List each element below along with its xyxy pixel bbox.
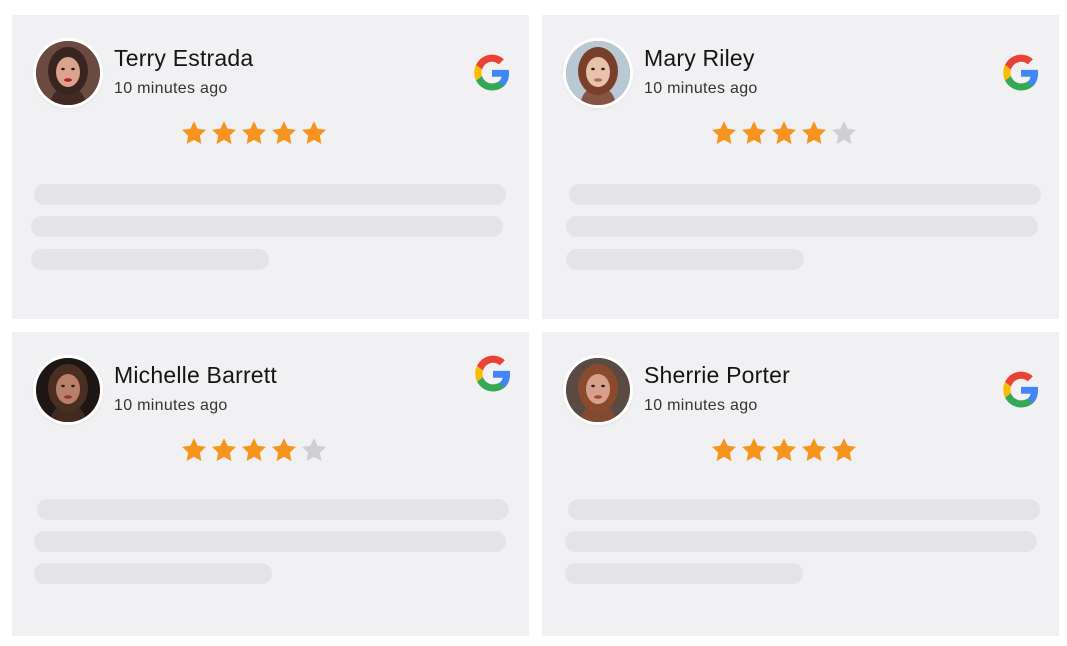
avatar [36, 41, 100, 105]
avatar [36, 358, 100, 422]
star-filled-icon [181, 438, 207, 461]
text-placeholder-line [569, 184, 1041, 205]
person-portrait-icon [566, 41, 630, 105]
text-placeholder-line [566, 249, 804, 270]
star-rating [180, 119, 328, 153]
person-portrait-icon [36, 41, 100, 105]
reviewer-name: Michelle Barrett [114, 362, 277, 388]
avatar [566, 41, 630, 105]
text-placeholder-line [568, 499, 1040, 520]
text-placeholder-line [34, 531, 506, 552]
text-placeholder-line [565, 531, 1037, 552]
star-filled-icon [741, 121, 767, 144]
star-filled-icon [211, 438, 237, 461]
person-portrait-icon [36, 358, 100, 422]
star-rating [710, 436, 858, 470]
review-card: Terry Estrada 10 minutes ago [12, 15, 529, 319]
star-filled-icon [241, 121, 267, 144]
star-empty-icon [831, 121, 857, 144]
review-card: Michelle Barrett 10 minutes ago [12, 332, 529, 636]
star-filled-icon [181, 121, 207, 144]
review-time: 10 minutes ago [114, 397, 228, 414]
star-rating [180, 436, 328, 470]
star-filled-icon [241, 438, 267, 461]
review-time: 10 minutes ago [644, 80, 758, 97]
review-card: Sherrie Porter 10 minutes ago [542, 332, 1059, 636]
google-icon [473, 354, 513, 394]
google-icon [1001, 53, 1041, 93]
star-filled-icon [801, 438, 827, 461]
star-filled-icon [771, 438, 797, 461]
review-time: 10 minutes ago [114, 80, 228, 97]
reviewer-name: Terry Estrada [114, 45, 254, 71]
review-time: 10 minutes ago [644, 397, 758, 414]
star-filled-icon [271, 438, 297, 461]
reviewer-name: Sherrie Porter [644, 362, 790, 388]
text-placeholder-line [34, 184, 506, 205]
text-placeholder-line [31, 216, 503, 237]
reviewer-name: Mary Riley [644, 45, 755, 71]
text-placeholder-line [31, 249, 269, 270]
text-placeholder-line [565, 563, 803, 584]
star-filled-icon [801, 121, 827, 144]
star-empty-icon [301, 438, 327, 461]
text-placeholder-line [34, 563, 272, 584]
star-filled-icon [711, 438, 737, 461]
star-filled-icon [211, 121, 237, 144]
star-rating [710, 119, 858, 153]
text-placeholder-line [566, 216, 1038, 237]
text-placeholder-line [37, 499, 509, 520]
google-icon [1001, 370, 1041, 410]
avatar [566, 358, 630, 422]
star-filled-icon [741, 438, 767, 461]
star-filled-icon [301, 121, 327, 144]
review-card: Mary Riley 10 minutes ago [542, 15, 1059, 319]
google-icon [472, 53, 512, 93]
person-portrait-icon [566, 358, 630, 422]
star-filled-icon [771, 121, 797, 144]
star-filled-icon [271, 121, 297, 144]
star-filled-icon [711, 121, 737, 144]
star-filled-icon [831, 438, 857, 461]
